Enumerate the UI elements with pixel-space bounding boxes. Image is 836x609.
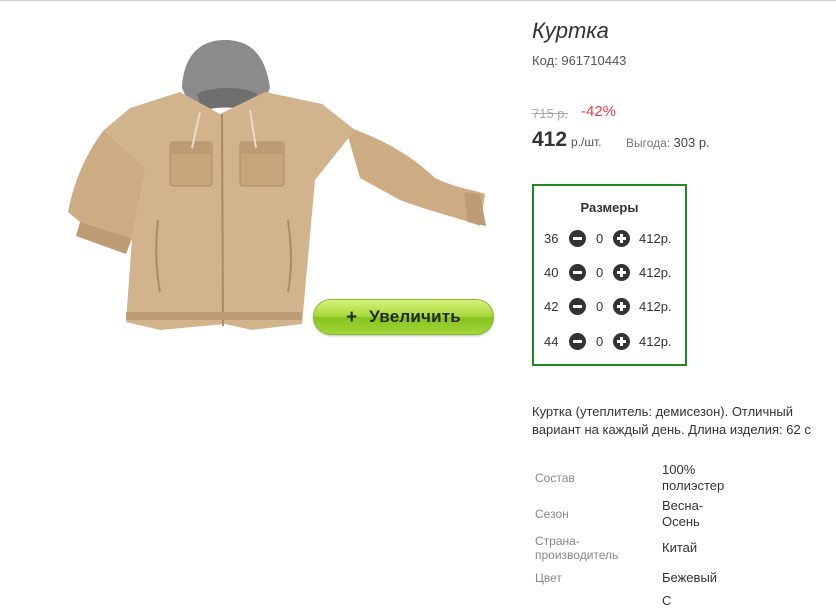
size-quantity: 0 [596, 334, 604, 349]
size-row: 44 0 412р. [534, 332, 685, 352]
plus-icon: + [346, 306, 358, 328]
price-row: 412 р./шт. [532, 128, 602, 152]
size-label: 44 [544, 334, 559, 349]
product-code: Код: 961710443 [532, 53, 626, 68]
attribute-label-text: Состав [535, 471, 575, 485]
attribute-value-text: Осень [662, 514, 700, 529]
product-image[interactable] [60, 30, 500, 340]
size-price: 412р. [639, 265, 672, 280]
size-row: 42 0 412р. [534, 297, 685, 317]
product-code-label: Код: [532, 53, 558, 68]
plus-circle-icon[interactable] [613, 298, 630, 315]
attribute-label-text: Страна- [535, 534, 580, 548]
attribute-value: 100% полиэстер [662, 462, 724, 494]
size-label: 42 [544, 299, 559, 314]
minus-icon[interactable] [569, 298, 586, 315]
benefit-value: 303 р. [673, 135, 710, 150]
product-description: Куртка (утеплитель: демисезон). Отличный… [532, 403, 836, 439]
attribute-value: С [662, 593, 671, 609]
size-label: 36 [544, 231, 559, 246]
attribute-value: Весна- Осень [662, 498, 703, 530]
size-quantity: 0 [596, 231, 604, 246]
sizes-title: Размеры [580, 200, 639, 215]
size-price: 412р. [639, 299, 672, 314]
top-divider [0, 0, 836, 1]
attribute-value: Китай [662, 540, 697, 556]
benefit: Выгода: 303 р. [626, 135, 710, 150]
attribute-value-text: Весна- [662, 498, 704, 513]
minus-icon[interactable] [569, 264, 586, 281]
attribute-label: Сезон [535, 507, 569, 521]
plus-circle-icon[interactable] [613, 333, 630, 350]
size-quantity: 0 [596, 299, 604, 314]
old-price: 715 р. [532, 106, 569, 121]
zoom-button[interactable]: + Увеличить [313, 299, 494, 335]
product-code-value: 961710443 [561, 53, 627, 68]
attribute-value-text: Бежевый [662, 570, 718, 585]
size-price: 412р. [639, 231, 672, 246]
attribute-value-text: Китай [662, 540, 698, 555]
minus-icon[interactable] [569, 333, 586, 350]
zoom-button-label: Увеличить [369, 307, 461, 326]
attribute-value: Бежевый [662, 570, 717, 586]
price-unit: р./шт. [571, 135, 602, 149]
size-row: 36 0 412р. [534, 229, 685, 249]
description-line: вариант на каждый день. Длина изделия: 6… [532, 422, 811, 437]
product-title: Куртка [532, 18, 609, 43]
size-label: 40 [544, 265, 559, 280]
attribute-value-text: С [662, 593, 672, 608]
discount-badge: -42% [581, 103, 617, 120]
attribute-value-text: полиэстер [662, 478, 725, 493]
minus-icon[interactable] [569, 230, 586, 247]
plus-circle-icon[interactable] [613, 264, 630, 281]
attribute-label-text: Цвет [535, 571, 562, 585]
attribute-label: Цвет [535, 571, 562, 585]
plus-circle-icon[interactable] [613, 230, 630, 247]
sizes-panel: Размеры 36 0 412р. 40 0 412р. 42 0 412р.… [532, 184, 687, 366]
size-quantity: 0 [596, 265, 604, 280]
attribute-label: Состав [535, 471, 575, 485]
benefit-label: Выгода: [626, 136, 671, 150]
size-price: 412р. [639, 334, 672, 349]
current-price: 412 [532, 128, 568, 151]
attribute-label-text: Сезон [535, 507, 569, 521]
attribute-label: Страна- производитель [535, 534, 618, 562]
attribute-value-text: 100% [662, 462, 696, 477]
size-row: 40 0 412р. [534, 263, 685, 283]
attribute-label-text: производитель [535, 548, 619, 562]
description-line: Куртка (утеплитель: демисезон). Отличный [532, 404, 794, 419]
jacket-image [68, 40, 486, 330]
